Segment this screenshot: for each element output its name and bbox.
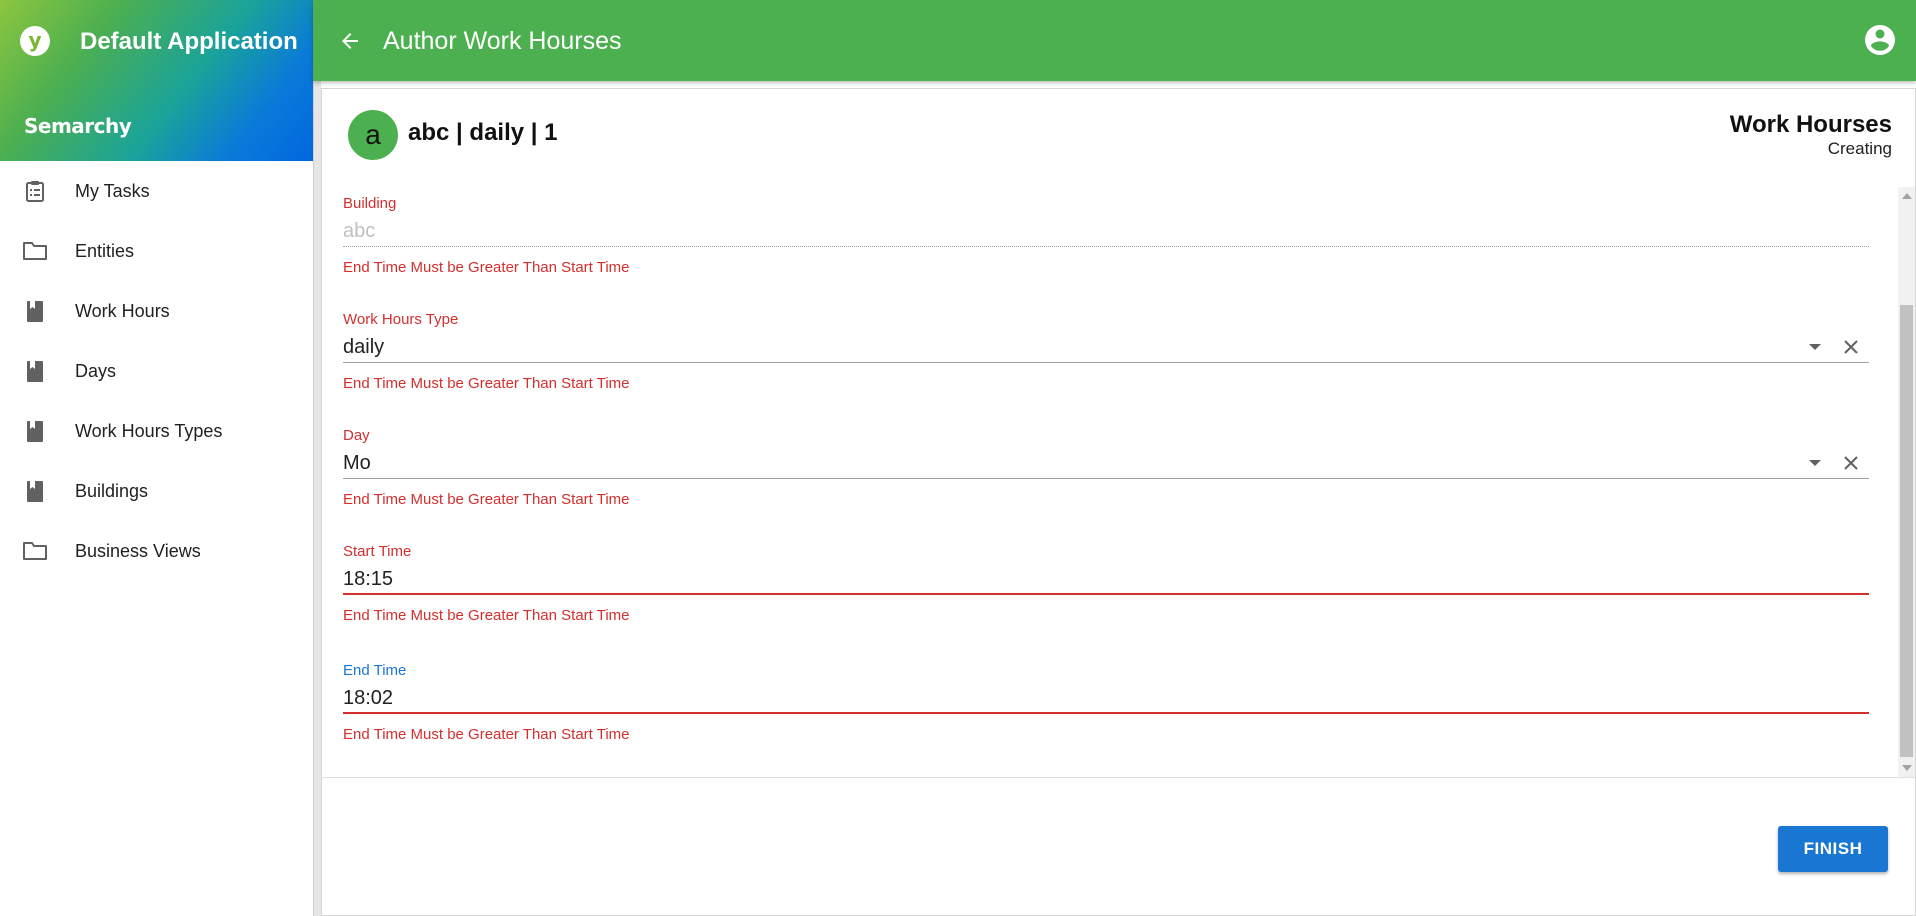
- bookmark-book-icon: [22, 478, 48, 504]
- end-time-error-text: End Time Must be Greater Than Start Time: [343, 726, 630, 743]
- avatar: a: [348, 110, 398, 160]
- sidebar-item-label: Days: [75, 360, 117, 381]
- sidebar-item-label: Work Hours: [75, 300, 170, 321]
- account-button[interactable]: [1862, 22, 1898, 58]
- form-scroll-area: Building abc End Time Must be Greater Th…: [322, 187, 1915, 777]
- company-name: Semarchy: [24, 114, 132, 138]
- footer-divider: [322, 777, 1915, 778]
- entity-name: Work Hourses: [1729, 111, 1892, 138]
- form-card: a abc | daily | 1 Work Hourses Creating …: [321, 88, 1916, 916]
- brand-logo: y: [20, 26, 50, 56]
- brand-logo-letter: y: [28, 27, 42, 52]
- work-hours-type-label: Work Hours Type: [343, 311, 459, 328]
- end-time-value: 18:02: [343, 686, 394, 709]
- folder-icon: [22, 238, 48, 264]
- sidebar-item-buildings[interactable]: Buildings: [0, 461, 313, 521]
- sidebar-header: y Default Application Semarchy: [0, 0, 313, 161]
- start-time-value: 18:15: [343, 567, 394, 590]
- sidebar-item-label: My Tasks: [75, 180, 150, 201]
- dropdown-arrow-icon[interactable]: [1809, 460, 1821, 466]
- start-time-field: Start Time 18:15 End Time Must be Greate…: [343, 543, 1869, 624]
- page-title: Author Work Hourses: [383, 27, 622, 55]
- day-field: Day Mo End Time Must be Greater Than Sta…: [343, 427, 1869, 508]
- start-time-input[interactable]: 18:15: [343, 565, 1869, 595]
- sidebar-item-days[interactable]: Days: [0, 341, 313, 401]
- app-title: Default Application: [80, 28, 298, 55]
- sidebar-item-work-hours[interactable]: Work Hours: [0, 281, 313, 341]
- sidebar-item-my-tasks[interactable]: My Tasks: [0, 161, 313, 221]
- sidebar-item-label: Business Views: [75, 540, 201, 561]
- end-time-label: End Time: [343, 662, 407, 679]
- entity-status: Creating: [1827, 139, 1892, 158]
- sidebar-item-label: Work Hours Types: [75, 420, 223, 441]
- scroll-down-arrow-icon[interactable]: [1902, 765, 1912, 771]
- folder-icon: [22, 538, 48, 564]
- end-time-input[interactable]: 18:02: [343, 684, 1869, 714]
- day-label: Day: [343, 427, 370, 444]
- work-hours-type-select[interactable]: daily: [343, 333, 1869, 363]
- form-scrollbar[interactable]: [1898, 187, 1915, 777]
- clear-work-hours-type-button[interactable]: [1839, 335, 1863, 359]
- building-label: Building: [343, 195, 397, 212]
- sidebar-item-business-views[interactable]: Business Views: [0, 521, 313, 581]
- finish-button[interactable]: FINISH: [1778, 826, 1888, 872]
- clear-day-button[interactable]: [1839, 451, 1863, 475]
- sidebar-divider: [313, 0, 321, 916]
- card-header: a abc | daily | 1 Work Hourses Creating: [322, 89, 1915, 187]
- building-error-text: End Time Must be Greater Than Start Time: [343, 259, 630, 276]
- sidebar-item-label: Entities: [75, 240, 135, 261]
- account-circle-icon: [1865, 25, 1895, 55]
- day-select[interactable]: Mo: [343, 449, 1869, 479]
- sidebar-nav: My Tasks Entities Work Hours Days Work H…: [0, 161, 313, 581]
- app-root: y Default Application Semarchy My Tasks …: [0, 0, 1916, 916]
- start-time-error-text: End Time Must be Greater Than Start Time: [343, 607, 630, 624]
- day-error-text: End Time Must be Greater Than Start Time: [343, 491, 630, 508]
- dropdown-arrow-icon[interactable]: [1809, 344, 1821, 350]
- building-field: Building abc End Time Must be Greater Th…: [343, 195, 1869, 276]
- close-icon: [1844, 340, 1858, 354]
- start-time-label: Start Time: [343, 543, 412, 560]
- scroll-up-arrow-icon[interactable]: [1902, 193, 1912, 199]
- building-input: abc: [343, 217, 1869, 247]
- back-button[interactable]: [335, 26, 365, 56]
- arrow-left-icon: [342, 33, 358, 49]
- bookmark-book-icon: [22, 418, 48, 444]
- top-app-bar: Author Work Hourses: [313, 0, 1916, 81]
- sidebar-item-label: Buildings: [75, 480, 149, 501]
- work-hours-type-field: Work Hours Type daily End Time Must be G…: [343, 311, 1869, 392]
- work-hours-type-error-text: End Time Must be Greater Than Start Time: [343, 375, 630, 392]
- sidebar-item-work-hours-types[interactable]: Work Hours Types: [0, 401, 313, 461]
- bookmark-book-icon: [22, 298, 48, 324]
- scroll-thumb[interactable]: [1900, 305, 1913, 757]
- sidebar: y Default Application Semarchy My Tasks …: [0, 0, 313, 916]
- building-value: abc: [343, 220, 376, 242]
- record-title: abc | daily | 1: [408, 119, 558, 146]
- clipboard-list-icon: [22, 178, 48, 204]
- end-time-field: End Time 18:02 End Time Must be Greater …: [343, 662, 1869, 743]
- work-hours-type-value: daily: [343, 336, 385, 358]
- close-icon: [1844, 456, 1858, 470]
- bookmark-book-icon: [22, 358, 48, 384]
- sidebar-item-entities[interactable]: Entities: [0, 221, 313, 281]
- day-value: Mo: [343, 452, 371, 474]
